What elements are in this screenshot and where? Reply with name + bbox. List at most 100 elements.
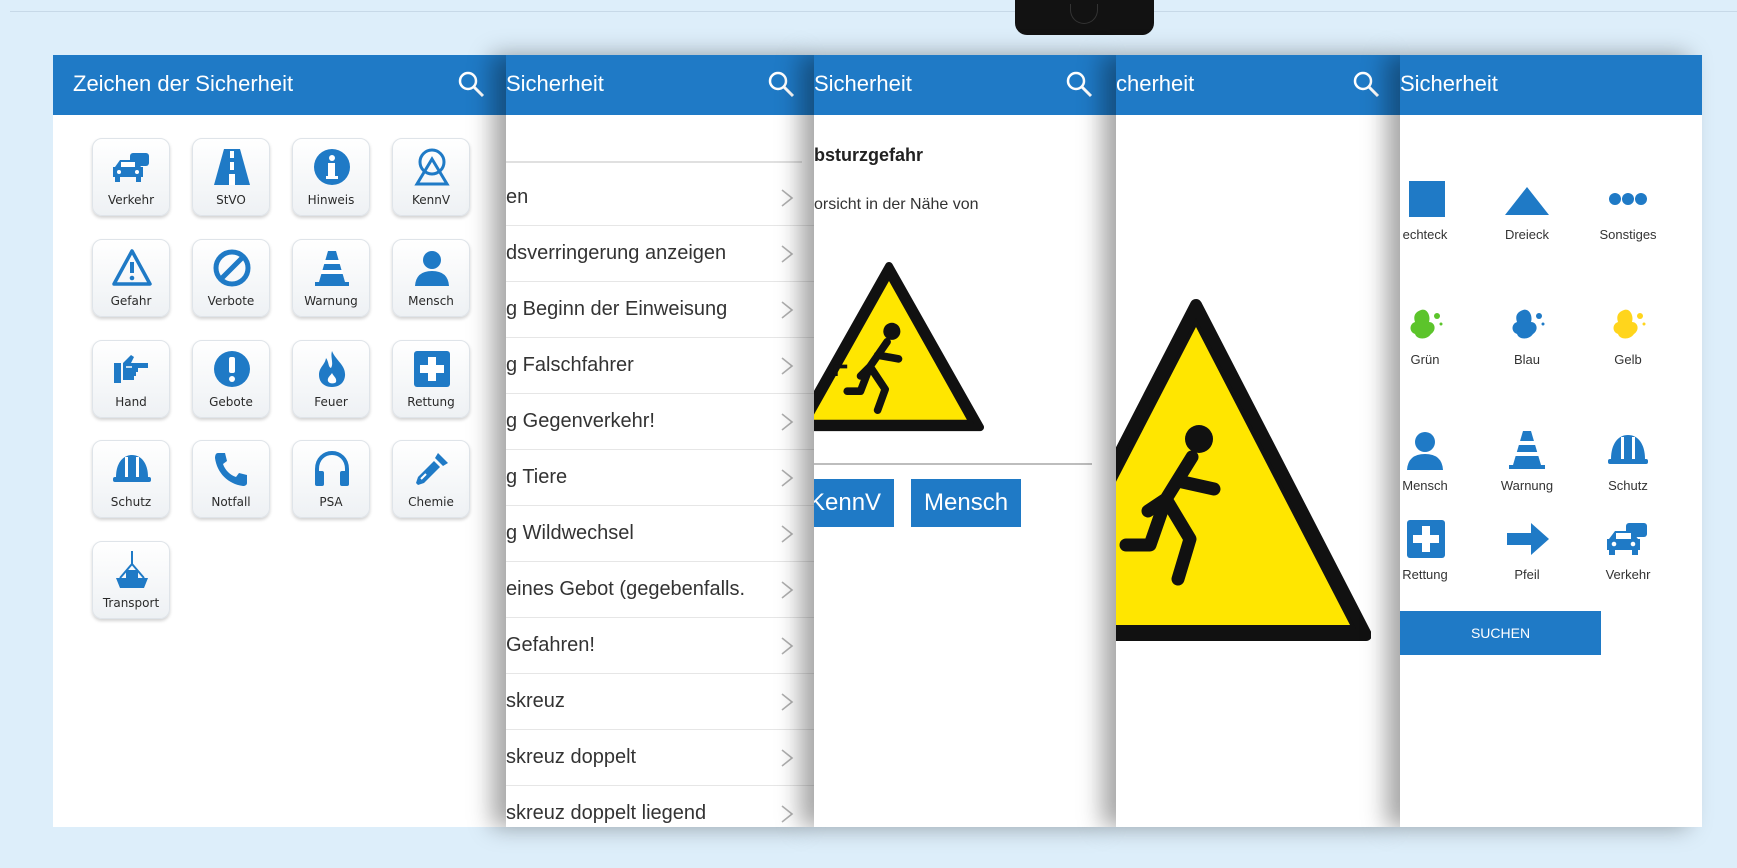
- phone-icon: [215, 453, 247, 486]
- category-psa[interactable]: PSA: [292, 440, 370, 518]
- list-item-label: g Beginn der Einweisung: [506, 298, 728, 320]
- category-chemie[interactable]: Chemie: [392, 440, 470, 518]
- list-item[interactable]: g Tiere: [506, 450, 816, 506]
- filter-gruen[interactable]: Grün: [1400, 302, 1470, 367]
- person-icon: [415, 251, 449, 286]
- filter-schutz[interactable]: Schutz: [1583, 428, 1673, 493]
- dots-icon: [1609, 193, 1647, 205]
- filter-verkehr[interactable]: Verkehr: [1583, 517, 1673, 582]
- list-item[interactable]: g Gegenverkehr!: [506, 394, 816, 450]
- list-item-label: g Wildwechsel: [506, 522, 634, 544]
- category-label: KennV: [411, 193, 451, 207]
- list-item[interactable]: Gefahren!: [506, 618, 816, 674]
- category-verbote[interactable]: Verbote: [192, 239, 270, 317]
- category-gefahr[interactable]: Gefahr: [92, 239, 170, 317]
- category-label: Chemie: [408, 495, 454, 509]
- filter-warnung[interactable]: Warnung: [1482, 428, 1572, 493]
- list-item[interactable]: eines Gebot (gegebenfalls...: [506, 562, 816, 618]
- category-label: Hand: [115, 395, 147, 409]
- category-label: Schutz: [110, 495, 152, 509]
- list-item[interactable]: skreuz doppelt liegend: [506, 786, 816, 827]
- category-verkehr[interactable]: Verkehr: [92, 138, 170, 216]
- category-label: Transport: [102, 596, 160, 610]
- category-label: Rettung: [407, 395, 455, 409]
- tag-kennv-button[interactable]: KennV: [814, 479, 895, 527]
- category-label: Gebote: [209, 395, 253, 409]
- filter-sonstiges[interactable]: Sonstiges: [1583, 177, 1673, 242]
- category-feuer[interactable]: Feuer: [292, 340, 370, 418]
- search-button[interactable]: SUCHEN: [1400, 611, 1601, 655]
- fall-hazard-sign-large-icon: [1116, 299, 1371, 641]
- list-item[interactable]: g Wildwechsel: [506, 506, 816, 562]
- list-item[interactable]: g Falschfahrer: [506, 338, 816, 394]
- category-hand[interactable]: Hand: [92, 340, 170, 418]
- app-bar: Sicherheit: [814, 55, 1117, 115]
- list-item[interactable]: en: [506, 170, 816, 226]
- search-input[interactable]: [506, 161, 802, 163]
- sign-description: orsicht in der Nähe von: [814, 196, 979, 213]
- filter-blau[interactable]: Blau: [1482, 302, 1572, 367]
- list-item[interactable]: skreuz: [506, 674, 816, 730]
- filter-mensch[interactable]: Mensch: [1400, 428, 1470, 493]
- category-kennv[interactable]: KennV: [392, 138, 470, 216]
- chevron-right-icon: [781, 413, 794, 431]
- category-stvo[interactable]: StVO: [192, 138, 270, 216]
- search-icon[interactable]: [1064, 69, 1094, 99]
- hard-hat-icon: [113, 455, 151, 482]
- triangle-icon: [1505, 187, 1549, 215]
- tag-mensch-button[interactable]: Mensch: [911, 479, 1022, 527]
- chevron-right-icon: [781, 805, 794, 823]
- list-item-label: g Falschfahrer: [506, 354, 634, 376]
- traffic-cone-icon: [1509, 431, 1545, 469]
- app-title: Sicherheit: [506, 71, 604, 96]
- list-item[interactable]: skreuz doppelt: [506, 730, 816, 786]
- category-gebote[interactable]: Gebote: [192, 340, 270, 418]
- search-icon[interactable]: [456, 69, 486, 99]
- category-rettung[interactable]: Rettung: [392, 340, 470, 418]
- search-icon[interactable]: [766, 69, 796, 99]
- category-notfall[interactable]: Notfall: [192, 440, 270, 518]
- screen-sign-list: Sicherheit en dsverringerung anzeigen g …: [506, 55, 816, 827]
- filter-label: Mensch: [1402, 478, 1448, 493]
- chevron-right-icon: [781, 581, 794, 599]
- category-hinweis[interactable]: Hinweis: [292, 138, 370, 216]
- road-icon: [214, 149, 250, 185]
- list-item-label: skreuz: [506, 690, 565, 712]
- filter-pfeil[interactable]: Pfeil: [1482, 517, 1572, 582]
- app-title: cherheit: [1116, 71, 1195, 96]
- filter-label: Dreieck: [1504, 227, 1550, 242]
- warning-triangle-icon: [112, 249, 152, 286]
- list-item-label: Gefahren!: [506, 634, 595, 656]
- paint-splash-blue-icon: [1512, 309, 1545, 339]
- category-label: Gefahr: [110, 294, 152, 308]
- filter-label: Sonstiges: [1599, 227, 1657, 242]
- first-aid-icon: [1407, 520, 1445, 558]
- filter-rettung[interactable]: Rettung: [1400, 517, 1470, 582]
- list-item[interactable]: g Beginn der Einweisung: [506, 282, 816, 338]
- home-button: [1070, 4, 1098, 24]
- app-bar: Sicherheit: [1400, 55, 1702, 115]
- chevron-right-icon: [781, 749, 794, 767]
- filter-gelb[interactable]: Gelb: [1583, 302, 1673, 367]
- chevron-right-icon: [781, 189, 794, 207]
- category-label: Warnung: [304, 294, 358, 308]
- filter-rechteck[interactable]: echteck: [1400, 177, 1470, 242]
- filter-dreieck[interactable]: Dreieck: [1482, 177, 1572, 242]
- sign-title: bsturzgefahr: [814, 145, 924, 165]
- car-icon: [113, 153, 149, 182]
- list-item[interactable]: dsverringerung anzeigen: [506, 226, 816, 282]
- category-schutz[interactable]: Schutz: [92, 440, 170, 518]
- search-icon[interactable]: [1351, 69, 1381, 99]
- screen-sign-fullscreen: cherheit: [1116, 55, 1401, 827]
- square-icon: [1409, 181, 1445, 217]
- category-warnung[interactable]: Warnung: [292, 239, 370, 317]
- category-mensch[interactable]: Mensch: [392, 239, 470, 317]
- chevron-right-icon: [781, 469, 794, 487]
- filter-label: Schutz: [1608, 478, 1648, 493]
- first-aid-icon: [414, 351, 450, 387]
- pipette-icon: [416, 453, 448, 485]
- category-transport[interactable]: Transport: [92, 541, 170, 619]
- top-divider: [10, 11, 1737, 12]
- chevron-right-icon: [781, 245, 794, 263]
- chevron-right-icon: [781, 301, 794, 319]
